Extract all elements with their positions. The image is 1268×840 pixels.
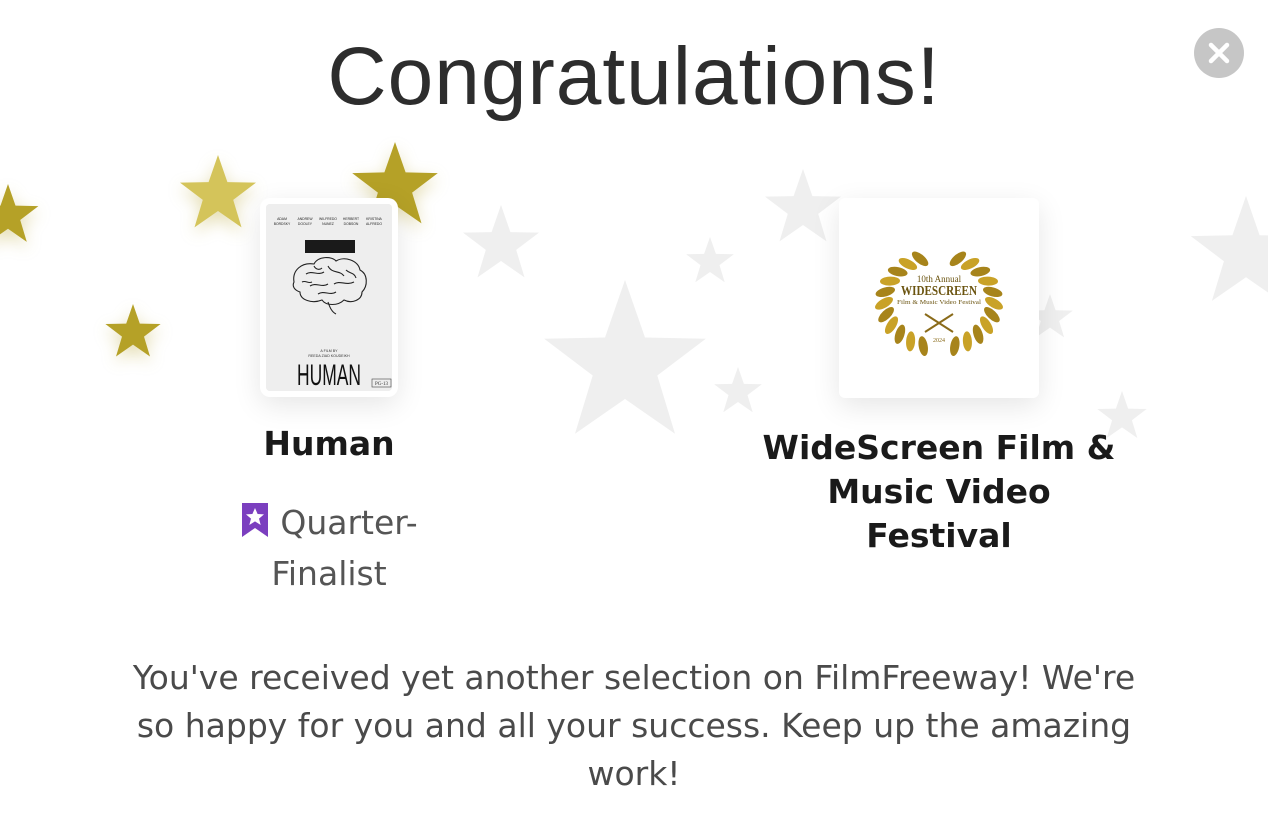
film-title[interactable]: Human (229, 424, 429, 463)
svg-text:10th Annual: 10th Annual (917, 274, 962, 284)
svg-text:KRISTINA: KRISTINA (366, 217, 382, 221)
star-icon (544, 280, 706, 434)
status-label: Quarter-Finalist (271, 503, 418, 593)
svg-text:WIDESCREEN: WIDESCREEN (901, 284, 977, 299)
star-icon (105, 304, 161, 357)
star-icon (1190, 196, 1268, 301)
svg-text:DOBSON: DOBSON (344, 222, 359, 226)
bookmark-star-icon (240, 501, 270, 551)
svg-text:Film & Music Video Festival: Film & Music Video Festival (897, 299, 981, 306)
congratulations-message: You've received yet another selection on… (132, 658, 1136, 793)
close-icon (1208, 42, 1230, 64)
star-icon (686, 237, 734, 283)
svg-text:BORDSKY: BORDSKY (274, 222, 291, 226)
poster-title: HUMAN (297, 359, 361, 391)
film-poster-card[interactable]: ADAM BORDSKY ANDREW DOOLEY WILFREDO NUNEZ HERB… (260, 198, 398, 397)
svg-text:ADAM: ADAM (277, 217, 287, 221)
star-icon (0, 184, 39, 242)
close-button[interactable] (1194, 28, 1244, 78)
svg-text:WILFREDO: WILFREDO (319, 217, 337, 221)
svg-text:A FILM BY: A FILM BY (320, 349, 338, 353)
festival-name[interactable]: WideScreen Film & Music Video Festival (760, 426, 1118, 558)
film-poster: ADAM BORDSKY ANDREW DOOLEY WILFREDO NUNEZ HERB… (266, 204, 392, 391)
submission-status: Quarter-Finalist (214, 500, 444, 597)
star-icon (714, 367, 762, 413)
svg-text:REEDA ZIAD KOUDEIKH: REEDA ZIAD KOUDEIKH (308, 354, 350, 358)
festival-logo-card[interactable]: 10th Annual WIDESCREEN Film & Music Vide… (839, 198, 1039, 398)
page-title: Congratulations! (327, 31, 941, 122)
star-icon (463, 205, 539, 278)
svg-text:ANDREW: ANDREW (297, 217, 313, 221)
svg-text:PG-13: PG-13 (375, 382, 389, 387)
star-icon (180, 155, 256, 228)
svg-text:ALFREDO: ALFREDO (366, 222, 382, 226)
svg-text:DOOLEY: DOOLEY (298, 222, 313, 226)
laurel-wreath-icon: 10th Annual WIDESCREEN Film & Music Vide… (875, 251, 1003, 356)
svg-text:2024: 2024 (933, 338, 945, 344)
star-icon (765, 169, 841, 242)
poster-artwork: ADAMBORDSKY ANDREWDOOLEY WILFREDONUNEZ HERB… (266, 204, 392, 391)
svg-text:HERBERT: HERBERT (343, 217, 359, 221)
svg-text:NUNEZ: NUNEZ (322, 222, 334, 226)
